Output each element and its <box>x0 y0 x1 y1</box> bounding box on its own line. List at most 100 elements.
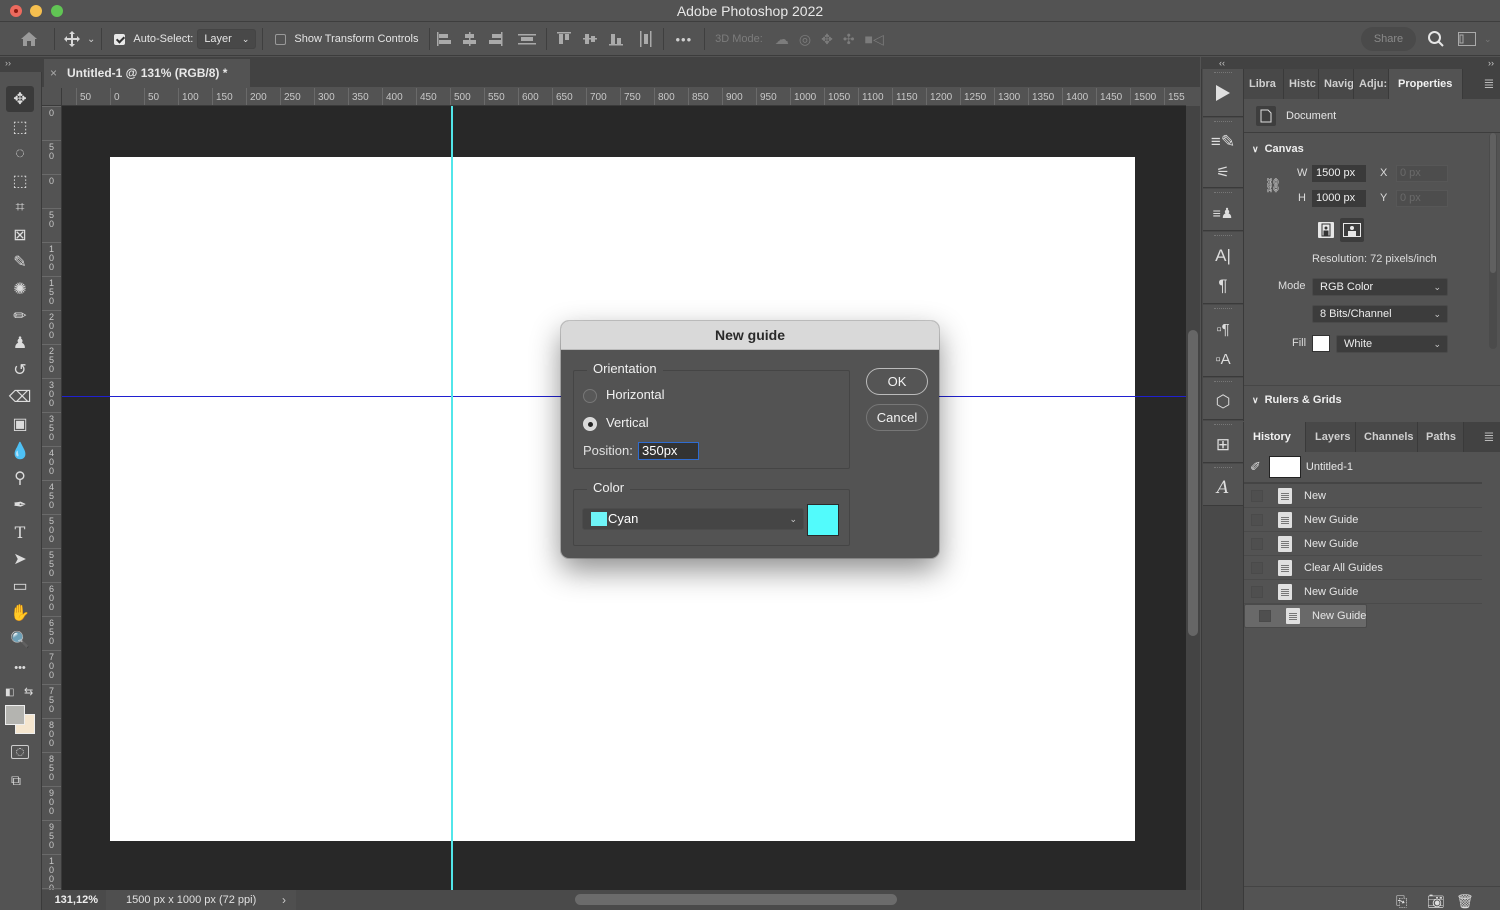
character-panel-button[interactable]: A| <box>1203 241 1243 271</box>
cancel-button[interactable]: Cancel <box>866 404 928 431</box>
vertical-radio[interactable] <box>583 417 597 431</box>
tab-channels[interactable]: Channels <box>1356 422 1418 452</box>
object-selection-tool[interactable]: ⬚ <box>6 168 34 194</box>
tab-properties[interactable]: Properties <box>1389 69 1463 99</box>
path-selection-tool[interactable]: ➤ <box>6 546 34 572</box>
chevron-down-icon[interactable]: ⌄ <box>87 28 95 50</box>
guide-color-swatch[interactable] <box>807 504 839 536</box>
horizontal-label[interactable]: Horizontal <box>606 387 665 402</box>
tab-layers[interactable]: Layers <box>1306 422 1356 452</box>
vertical-scrollbar[interactable] <box>1186 106 1200 890</box>
history-state[interactable]: Clear All Guides <box>1244 556 1482 580</box>
workspace-button[interactable] <box>1458 28 1476 50</box>
brush-settings-panel-button[interactable]: ≡✎ <box>1203 127 1243 157</box>
more-options-button[interactable]: ••• <box>676 28 693 50</box>
width-field[interactable]: 1500 px <box>1312 165 1366 182</box>
foreground-color-swatch[interactable] <box>5 705 25 725</box>
blur-tool[interactable]: 💧 <box>6 438 34 464</box>
panels-collapse-button[interactable]: ›› <box>1243 57 1500 69</box>
align-right-edges-button[interactable] <box>488 28 504 50</box>
swap-colors-icon[interactable]: ⇆ <box>24 685 33 698</box>
minimize-window-button[interactable] <box>30 5 42 17</box>
ok-button[interactable]: OK <box>866 368 928 395</box>
3d-pan-button[interactable]: ✥ <box>821 28 833 50</box>
position-input[interactable]: 350px <box>638 442 699 460</box>
zoom-tool[interactable]: 🔍 <box>6 627 34 653</box>
align-left-edges-button[interactable] <box>436 28 452 50</box>
align-vertical-centers-button[interactable] <box>582 28 597 50</box>
horizontal-scroll-thumb[interactable] <box>575 894 897 905</box>
eraser-tool[interactable]: ⌫ <box>6 384 34 410</box>
tab-paths[interactable]: Paths <box>1418 422 1464 452</box>
horizontal-radio[interactable] <box>583 389 597 403</box>
history-state[interactable]: New Guide <box>1244 580 1482 604</box>
fill-dropdown[interactable]: White ⌄ <box>1336 335 1448 353</box>
bit-depth-dropdown[interactable]: 8 Bits/Channel ⌄ <box>1312 305 1448 323</box>
history-brush-source-checkbox[interactable] <box>1251 537 1263 550</box>
tab-adjustments[interactable]: Adju: <box>1354 69 1389 99</box>
history-state[interactable]: New Guide <box>1244 508 1482 532</box>
tab-libraries[interactable]: Libra <box>1244 69 1284 99</box>
glyphs-panel-button[interactable]: A <box>1203 473 1243 503</box>
3d-slide-button[interactable]: ✣ <box>843 28 855 50</box>
move-tool[interactable]: ✥ <box>6 86 34 112</box>
home-button[interactable] <box>18 28 40 50</box>
edit-toolbar[interactable]: ••• <box>6 655 34 681</box>
history-brush-source-checkbox[interactable] <box>1251 489 1263 502</box>
screen-mode-button[interactable]: ⧉ <box>11 772 21 789</box>
share-button[interactable]: Share <box>1361 27 1416 51</box>
default-colors-icon[interactable]: ◧ <box>5 687 14 698</box>
history-snapshot[interactable]: ✐ Untitled-1 <box>1244 452 1482 484</box>
zoom-window-button[interactable] <box>51 5 63 17</box>
toolbar-collapse-button[interactable]: ›› <box>0 57 42 72</box>
paragraph-panel-button[interactable]: ¶ <box>1203 271 1243 301</box>
tab-history-panel[interactable]: History <box>1244 422 1306 452</box>
spot-healing-tool[interactable]: ✺ <box>6 276 34 302</box>
landscape-orientation-button[interactable] <box>1340 218 1364 242</box>
brush-tool[interactable]: ✏ <box>6 303 34 329</box>
align-horizontal-centers-button[interactable] <box>462 28 478 50</box>
move-tool-preset-button[interactable] <box>61 28 83 50</box>
rectangle-tool[interactable]: ▭ <box>6 573 34 599</box>
dodge-tool[interactable]: ⚲ <box>6 465 34 491</box>
character-styles-panel-button[interactable]: ▫A <box>1203 344 1243 374</box>
close-tab-icon[interactable]: × <box>50 66 57 80</box>
align-bottom-edges-button[interactable] <box>608 28 623 50</box>
history-brush-source-checkbox[interactable] <box>1251 513 1263 526</box>
ruler-origin[interactable] <box>42 88 62 106</box>
vertical-label[interactable]: Vertical <box>606 415 649 430</box>
history-brush-source-icon[interactable]: ✐ <box>1250 459 1261 475</box>
canvas-section-header[interactable]: ∨ Canvas <box>1244 143 1304 155</box>
panel-menu-icon[interactable]: ≣ <box>1478 422 1500 452</box>
distribute-vertical-button[interactable] <box>517 28 536 50</box>
tab-navigator[interactable]: Naviɡ <box>1319 69 1354 99</box>
zoom-level[interactable]: 131,12% <box>42 890 102 910</box>
show-transform-controls-checkbox[interactable] <box>275 33 287 45</box>
properties-scrollbar[interactable] <box>1489 133 1497 349</box>
3d-scale-button[interactable]: ■◁ <box>865 28 884 50</box>
history-brush-source-checkbox[interactable] <box>1259 610 1271 622</box>
vertical-scroll-thumb[interactable] <box>1188 330 1198 636</box>
quick-mask-button[interactable] <box>11 745 29 759</box>
guide-color-dropdown[interactable]: Cyan ⌄ <box>582 508 804 530</box>
frame-tool[interactable]: ⊠ <box>6 222 34 248</box>
actions-panel-button[interactable] <box>1203 78 1243 108</box>
auto-select-checkbox[interactable] <box>114 33 126 45</box>
3d-panel-button[interactable]: ⬡ <box>1203 387 1243 417</box>
timeline-panel-button[interactable]: ⊞ <box>1203 430 1243 460</box>
distribute-horizontal-button[interactable] <box>639 28 653 50</box>
tab-history[interactable]: Histc <box>1284 69 1319 99</box>
history-state[interactable]: New <box>1244 484 1482 508</box>
auto-select-target-dropdown[interactable]: Layer ⌄ <box>197 29 257 49</box>
align-top-edges-button[interactable] <box>556 28 571 50</box>
link-dimensions-icon[interactable]: ⛓ <box>1264 177 1282 194</box>
gradient-tool[interactable]: ▣ <box>6 411 34 437</box>
document-tab[interactable]: × Untitled-1 @ 131% (RGB/8) * <box>44 59 250 87</box>
marquee-tool[interactable]: ⬚ <box>6 114 34 140</box>
history-brush-source-checkbox[interactable] <box>1251 585 1263 598</box>
portrait-orientation-button[interactable] <box>1318 222 1334 238</box>
history-brush-source-checkbox[interactable] <box>1251 561 1263 574</box>
dock-collapse-button[interactable]: ‹‹ <box>1201 57 1243 69</box>
rulers-grids-section-header[interactable]: ∨ Rulers & Grids <box>1244 394 1500 406</box>
panel-menu-icon[interactable]: ≣ <box>1478 69 1500 99</box>
